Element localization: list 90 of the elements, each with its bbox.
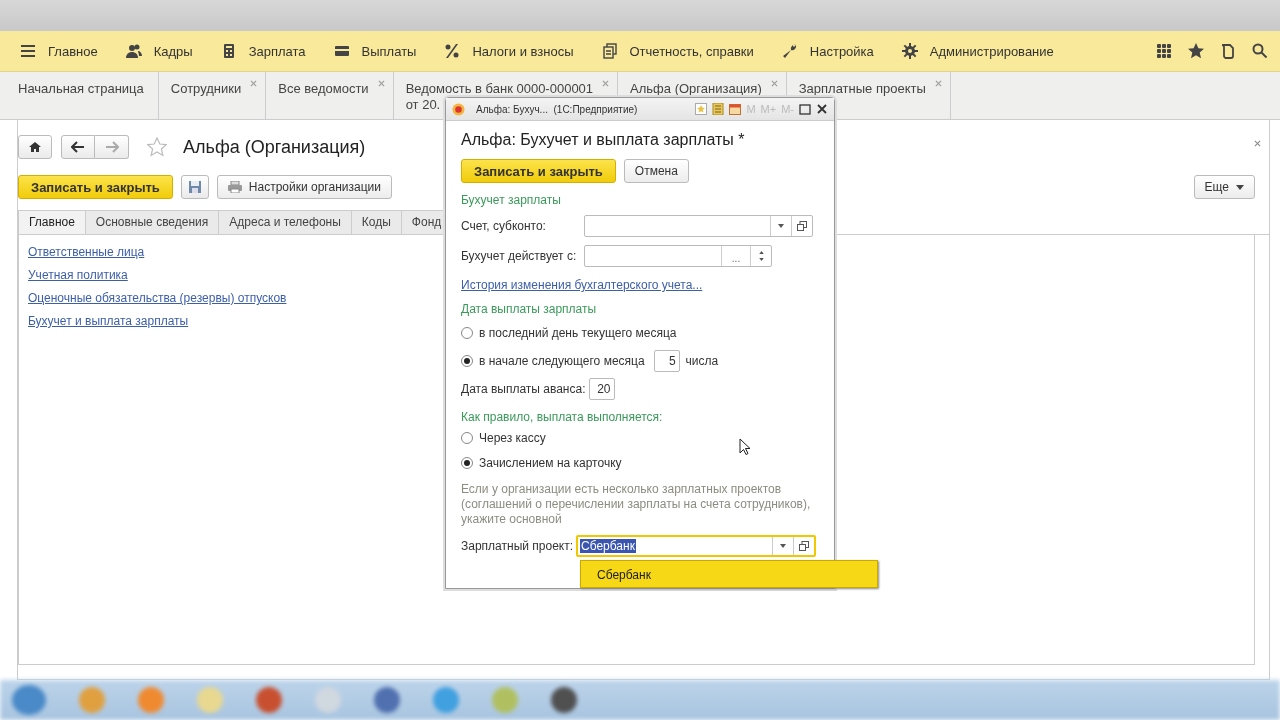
start-button[interactable] [12,685,46,715]
suggestion-item[interactable]: Сбербанк [580,560,878,588]
caret-icon [1236,184,1244,190]
section-heading: Бухучет зарплаты [461,193,562,207]
organization-settings-button[interactable]: Настройки организации [216,175,392,199]
down-icon[interactable] [758,258,764,262]
close-icon[interactable] [816,103,828,115]
radio-label[interactable]: в последний день текущего месяца [479,326,677,340]
dropdown-icon[interactable] [778,224,784,228]
taskbar-app-icon[interactable] [374,687,400,713]
menu-item[interactable]: Налоги и взносы [444,43,574,59]
hint-text: Если у организации есть несколько зарплатных проектов (соглашений о перечислении зарплаты на счета сотрудников), укажите основной [461,482,812,527]
settings-icon [901,43,918,59]
maximize-icon[interactable] [799,103,811,115]
back-button[interactable] [61,135,95,159]
section-link[interactable]: Оценочные обязательства (резервы) отпусков [28,291,287,305]
field-label: Счет, субконто: [461,219,547,233]
section-link[interactable]: Учетная политика [28,268,128,282]
home-button[interactable] [18,135,52,159]
advance-day-field[interactable]: 20 [588,378,615,400]
app-logo-icon [452,102,465,116]
form-tab[interactable]: Коды [351,210,402,234]
open-icon[interactable] [797,221,807,231]
field-label: Дата выплаты аванса: [461,382,586,396]
radio-button[interactable] [461,355,473,367]
field-label: числа [685,354,719,368]
documents-icon [601,43,618,59]
day-field[interactable]: 5 [653,350,680,372]
save-and-close-button[interactable]: Записать и закрыть [18,175,173,199]
mouse-cursor-icon [739,438,751,456]
open-tab[interactable]: Начальная страница [0,72,159,119]
open-tab[interactable]: Сотрудники [158,72,267,119]
form-title: Альфа (Организация) [183,136,366,158]
radio-label[interactable]: Зачислением на карточку [479,456,622,470]
radio-button[interactable] [461,432,473,444]
save-button[interactable] [180,175,209,199]
menu-item[interactable]: Кадры [125,43,193,59]
wallet-icon [333,43,350,59]
radio-button[interactable] [461,457,473,469]
form-tab[interactable]: Адреса и телефоны [219,210,352,234]
section-heading: Как правило, выплата выполняется: [461,410,664,424]
menu-icon [20,43,36,59]
search-icon[interactable] [1252,43,1268,59]
star-icon[interactable] [1188,43,1204,59]
right-arrow-icon [104,141,119,153]
favorite-star-icon[interactable] [147,137,167,157]
apps-icon[interactable] [1156,43,1172,59]
calendar-icon[interactable] [729,103,742,115]
account-field[interactable] [584,215,813,237]
date-field[interactable]: ... [584,245,772,267]
menu-item[interactable]: Отчетность, справки [601,43,754,59]
section-link[interactable]: Бухучет и выплата зарплаты [28,314,189,328]
history-link[interactable]: История изменения бухгалтерского учета... [461,278,703,292]
radio-label[interactable]: в начале следующего месяца [479,354,645,368]
menu-item[interactable]: Главное [20,43,98,59]
menu-item[interactable]: Настройка [781,43,874,59]
menu-item[interactable]: Зарплата [220,43,306,59]
more-button[interactable]: Еще [1193,175,1255,199]
window-title: Альфа: Бухуч... (1С:Предприятие) [476,103,639,115]
dialog-title: Альфа: Бухучет и выплата зарплаты * [461,131,746,149]
field-value: Сбербанк [580,539,636,553]
up-icon[interactable] [758,250,764,254]
open-tab[interactable]: Все ведомости [266,72,394,119]
percent-icon [444,43,461,59]
cancel-button[interactable]: Отмена [623,159,689,183]
field-label: Бухучет действует с: [461,249,578,263]
save-and-close-button[interactable]: Записать и закрыть [461,159,616,183]
menu-item[interactable]: Администрирование [901,43,1054,59]
section-link[interactable]: Ответственные лица [28,245,145,259]
history-icon[interactable] [1220,43,1236,59]
radio-button[interactable] [461,327,473,339]
calculator-icon[interactable] [712,103,725,115]
select-button[interactable]: ... [721,246,750,266]
taskbar-app-icon[interactable] [256,687,282,713]
home-icon [29,141,41,153]
form-tab[interactable]: Основные сведения [85,210,220,234]
dropdown-icon[interactable] [780,544,786,548]
salary-project-field[interactable]: Сбербанк [576,535,816,557]
menu-item[interactable]: Выплаты [333,43,417,59]
people-icon [125,43,142,59]
printer-icon [227,181,242,193]
form-tab[interactable]: Главное [18,210,86,234]
field-label: Зарплатный проект: [461,539,575,553]
left-arrow-icon [71,141,85,153]
section-heading: Дата выплаты зарплаты [461,302,598,316]
wrench-icon [781,43,798,59]
taskbar-app-icon[interactable] [551,687,577,713]
favorite-icon[interactable] [695,103,708,115]
radio-label[interactable]: Через кассу [479,431,546,445]
open-icon[interactable] [799,541,809,551]
